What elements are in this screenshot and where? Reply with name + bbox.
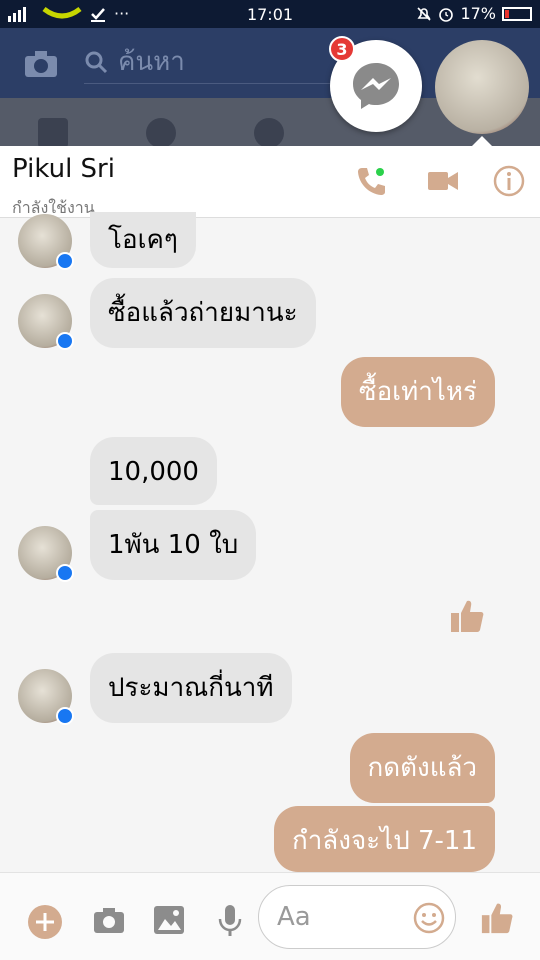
camera-icon[interactable] <box>92 903 126 937</box>
like-thumbs-up-icon[interactable] <box>450 598 484 634</box>
tab-friends[interactable] <box>146 118 176 148</box>
message-input[interactable]: Aa <box>258 885 456 949</box>
gallery-icon[interactable] <box>152 903 186 937</box>
contact-status: กำลังใช้งาน <box>12 198 95 216</box>
conversation-header: Pikul Sri กำลังใช้งาน <box>0 146 540 218</box>
contact-avatar <box>18 294 74 350</box>
contact-avatar <box>18 214 74 270</box>
search-placeholder: ค้นหา <box>118 47 185 77</box>
status-bar: ··· 17:01 17% <box>0 0 540 28</box>
message-input-placeholder: Aa <box>277 902 311 932</box>
contact-name[interactable]: Pikul Sri <box>12 154 115 184</box>
tab-video[interactable] <box>254 118 284 148</box>
contact-avatar <box>18 669 74 725</box>
microphone-icon[interactable] <box>213 903 247 937</box>
message-bubble-incoming[interactable]: ซื้อแล้วถ่ายมานะ <box>90 278 316 348</box>
contact-avatar <box>18 526 74 582</box>
message-bubble-outgoing[interactable]: กดตังแล้ว <box>349 733 495 803</box>
emoji-icon[interactable] <box>413 902 445 934</box>
search-icon <box>85 51 108 73</box>
message-bubble-incoming[interactable]: โอเคๆ <box>90 212 196 268</box>
messenger-badge-icon <box>56 707 74 725</box>
unread-badge: 3 <box>329 36 355 62</box>
message-bubble-incoming[interactable]: 10,000 <box>90 437 217 505</box>
contact-chat-head-avatar[interactable] <box>435 40 529 134</box>
message-bubble-incoming[interactable]: 1พัน 10 ใบ <box>90 510 257 580</box>
add-icon[interactable] <box>28 905 62 939</box>
messenger-icon <box>353 63 399 109</box>
phone-call-icon[interactable] <box>354 164 388 198</box>
messenger-badge-icon <box>56 332 74 350</box>
messenger-badge-icon <box>56 564 74 582</box>
info-icon[interactable] <box>492 164 526 198</box>
battery-percent: 17% <box>460 4 496 23</box>
alarm-icon <box>439 7 454 22</box>
battery-icon <box>502 6 532 21</box>
message-bubble-outgoing[interactable]: กำลังจะไป 7-11 <box>273 806 495 872</box>
status-right: 17% <box>416 4 532 23</box>
bell-off-icon <box>417 6 432 21</box>
messenger-badge-icon <box>56 252 74 270</box>
message-bubble-incoming[interactable]: ประมาณกี่นาที <box>90 653 292 723</box>
camera-icon[interactable] <box>24 50 58 78</box>
video-call-icon[interactable] <box>426 164 460 198</box>
send-like-icon[interactable] <box>480 901 514 935</box>
message-bubble-outgoing[interactable]: ซื้อเท่าไหร่ <box>340 357 495 427</box>
message-composer: Aa <box>0 872 540 960</box>
tab-news-feed[interactable] <box>38 118 68 148</box>
